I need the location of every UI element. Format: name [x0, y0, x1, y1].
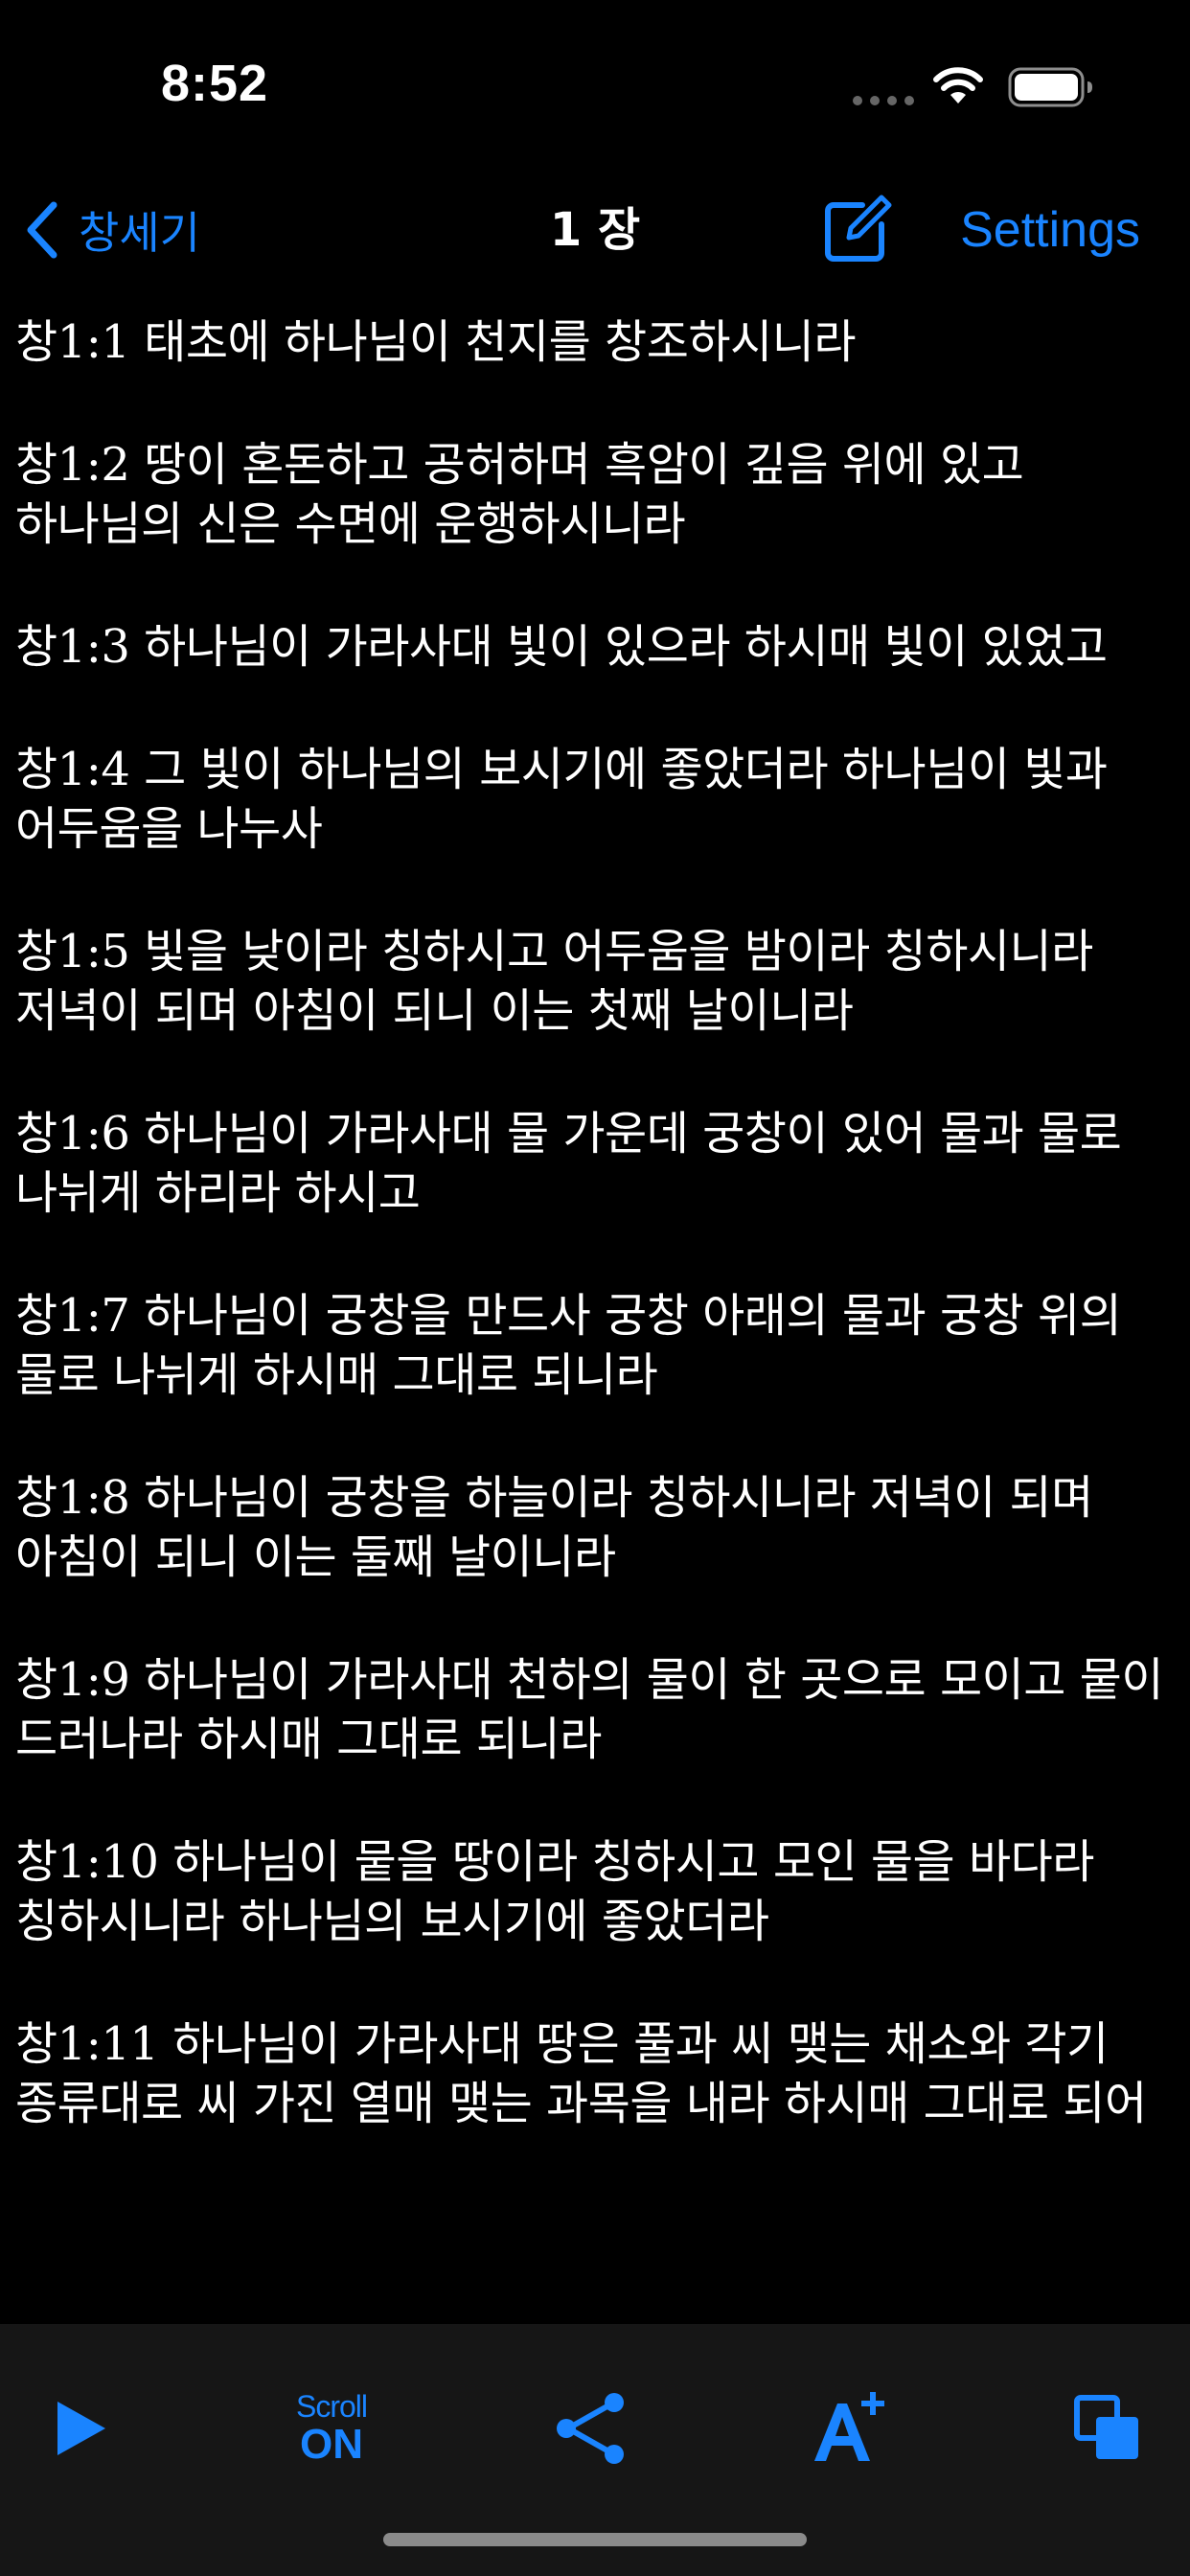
cellular-signal-icon: [853, 96, 914, 105]
verse-text: 빛을 낮이라 칭하시고 어두움을 밤이라 칭하시니라 저녁이 되며 아침이 되니…: [15, 925, 1093, 1038]
verse-text: 하나님이 가라사대 땅은 풀과 씨 맺는 채소와 각기 종류대로 씨 가진 열매…: [15, 2017, 1147, 2130]
scroll-label: Scroll: [295, 2389, 368, 2424]
play-icon: [57, 2402, 105, 2455]
verse-1-9[interactable]: 창1:9 하나님이 가라사대 천하의 물이 한 곳으로 모이고 뭍이 드러나라 …: [15, 1650, 1179, 1769]
verse-text: 하나님이 가라사대 천하의 물이 한 곳으로 모이고 뭍이 드러나라 하시매 그…: [15, 1653, 1164, 1766]
page-title: 1 장: [549, 203, 641, 257]
verse-1-10[interactable]: 창1:10 하나님이 뭍을 땅이라 칭하시고 모인 물을 바다라 칭하시니라 하…: [15, 1832, 1179, 1951]
verse-1-7[interactable]: 창1:7 하나님이 궁창을 만드사 궁창 아래의 물과 궁창 위의 물로 나뉘게…: [15, 1286, 1179, 1405]
verse-text: 하나님이 뭍을 땅이라 칭하시고 모인 물을 바다라 칭하시니라 하나님의 보시…: [15, 1835, 1094, 1948]
bottom-toolbar: Scroll ON: [0, 2324, 1190, 2576]
verse-text: 하나님이 가라사대 빛이 있으라 하시매 빛이 있었고: [129, 620, 1108, 674]
font-size-button[interactable]: [791, 2366, 906, 2491]
verse-reference: 창1:4: [15, 743, 130, 796]
verse-1-1[interactable]: 창1:1 태초에 하나님이 천지를 창조하시니라: [15, 312, 1179, 372]
compose-icon[interactable]: [820, 190, 897, 266]
verse-reference: 창1:11: [15, 2017, 159, 2071]
settings-button[interactable]: Settings: [960, 194, 1140, 266]
verse-1-2[interactable]: 창1:2 땅이 혼돈하고 공허하며 흑암이 깊음 위에 있고 하나님의 신은 수…: [15, 435, 1179, 554]
verse-text: 태초에 하나님이 천지를 창조하시니라: [129, 315, 857, 369]
back-label: 창세기: [79, 207, 200, 259]
play-button[interactable]: [23, 2366, 138, 2491]
verse-1-3[interactable]: 창1:3 하나님이 가라사대 빛이 있으라 하시매 빛이 있었고: [15, 617, 1179, 677]
verse-reference: 창1:3: [15, 620, 130, 674]
chevron-left-icon: [27, 201, 57, 259]
verse-1-4[interactable]: 창1:4 그 빛이 하나님의 보시기에 좋았더라 하나님이 빛과 어두움을 나누…: [15, 740, 1179, 859]
verse-text: 하나님이 가라사대 물 가운데 궁창이 있어 물과 물로 나뉘게 하리라 하시고: [15, 1107, 1122, 1220]
share-button[interactable]: [534, 2366, 649, 2491]
navigation-bar: 창세기 1 장 Settings: [0, 172, 1190, 288]
verse-text: 하나님이 궁창을 하늘이라 칭하시니라 저녁이 되며 아침이 되니 이는 둘째 …: [15, 1471, 1093, 1584]
verse-reference: 창1:6: [15, 1107, 130, 1161]
verse-text: 그 빛이 하나님의 보시기에 좋았더라 하나님이 빛과 어두움을 나누사: [15, 743, 1108, 856]
scripture-content[interactable]: 창1:1 태초에 하나님이 천지를 창조하시니라 창1:2 땅이 혼돈하고 공허…: [15, 312, 1179, 2296]
verse-reference: 창1:2: [15, 438, 130, 492]
verse-reference: 창1:1: [15, 315, 130, 369]
home-indicator: [383, 2533, 807, 2546]
verse-1-11[interactable]: 창1:11 하나님이 가라사대 땅은 풀과 씨 맺는 채소와 각기 종류대로 씨…: [15, 2014, 1179, 2133]
scroll-toggle[interactable]: Scroll ON: [274, 2366, 389, 2491]
scroll-state: ON: [300, 2421, 363, 2468]
verse-reference: 창1:7: [15, 1289, 130, 1343]
verse-1-8[interactable]: 창1:8 하나님이 궁창을 하늘이라 칭하시니라 저녁이 되며 아침이 되니 이…: [15, 1468, 1179, 1587]
share-icon: [557, 2393, 624, 2464]
verse-reference: 창1:9: [15, 1653, 130, 1707]
back-button[interactable]: 창세기: [23, 194, 200, 266]
verse-1-6[interactable]: 창1:6 하나님이 가라사대 물 가운데 궁창이 있어 물과 물로 나뉘게 하리…: [15, 1104, 1179, 1223]
verse-1-5[interactable]: 창1:5 빛을 낮이라 칭하시고 어두움을 밤이라 칭하시니라 저녁이 되며 아…: [15, 922, 1179, 1041]
copy-button[interactable]: [1050, 2366, 1165, 2491]
verse-text: 땅이 혼돈하고 공허하며 흑암이 깊음 위에 있고 하나님의 신은 수면에 운행…: [15, 438, 1024, 551]
verse-reference: 창1:10: [15, 1835, 159, 1889]
copy-icon: [1074, 2395, 1138, 2459]
status-bar: 8:52: [0, 0, 1190, 172]
verse-reference: 창1:8: [15, 1471, 130, 1525]
wifi-icon: [933, 67, 983, 104]
font-size-icon: [814, 2392, 884, 2461]
verse-text: 하나님이 궁창을 만드사 궁창 아래의 물과 궁창 위의 물로 나뉘게 하시매 …: [15, 1289, 1122, 1402]
verse-reference: 창1:5: [15, 925, 130, 978]
battery-icon: [1008, 67, 1092, 107]
status-time: 8:52: [161, 55, 269, 112]
